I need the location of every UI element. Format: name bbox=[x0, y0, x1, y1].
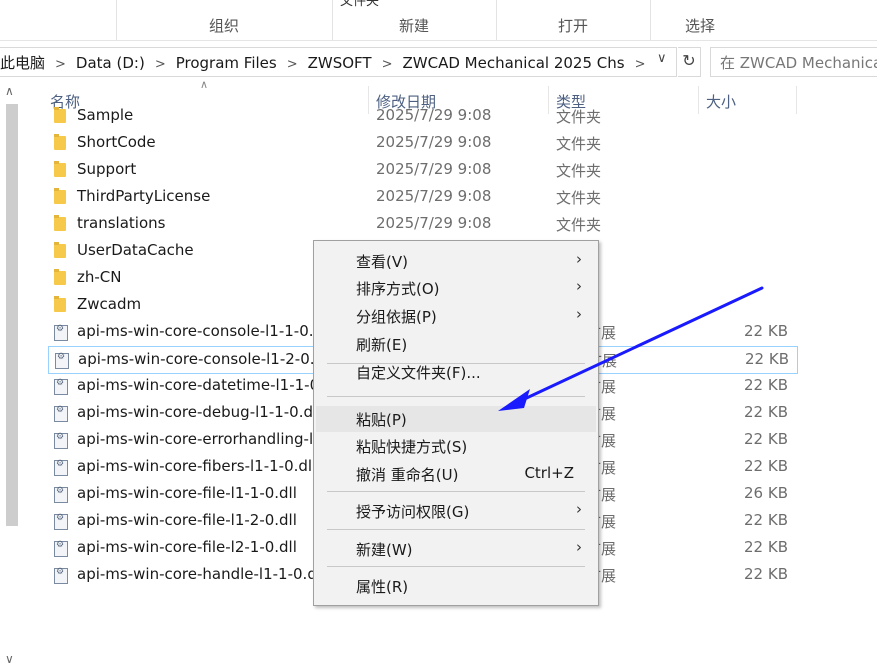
scroll-down-icon[interactable]: ∨ bbox=[5, 652, 14, 666]
arrow-line bbox=[516, 286, 764, 404]
annotation-arrow bbox=[498, 286, 764, 411]
arrow-head bbox=[498, 389, 530, 411]
